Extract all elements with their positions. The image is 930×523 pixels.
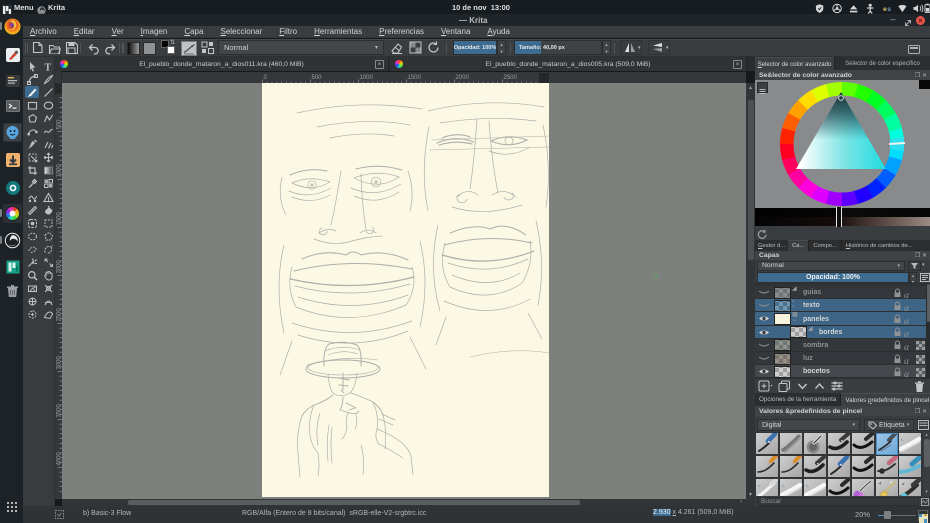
svg-text:α: α — [904, 357, 910, 366]
svg-text:α: α — [904, 317, 910, 326]
svg-text:1500: 1500 — [408, 75, 422, 81]
svg-text:α: α — [904, 370, 910, 379]
svg-text:α: α — [904, 304, 910, 313]
svg-text:α: α — [904, 330, 910, 339]
svg-text:T: T — [44, 62, 51, 72]
svg-text:α: α — [904, 291, 910, 300]
svg-text:500: 500 — [312, 75, 323, 81]
svg-text:⌞: ⌞ — [782, 482, 785, 488]
svg-text:1000: 1000 — [360, 75, 374, 81]
svg-text:s: s — [887, 6, 891, 13]
svg-text:⌞: ⌞ — [901, 436, 904, 442]
svg-text:⌞: ⌞ — [758, 482, 761, 488]
svg-text:⌞: ⌞ — [806, 482, 809, 488]
svg-text:2000: 2000 — [456, 75, 470, 81]
svg-text:α: α — [904, 343, 910, 352]
svg-text:2500: 2500 — [504, 75, 518, 81]
